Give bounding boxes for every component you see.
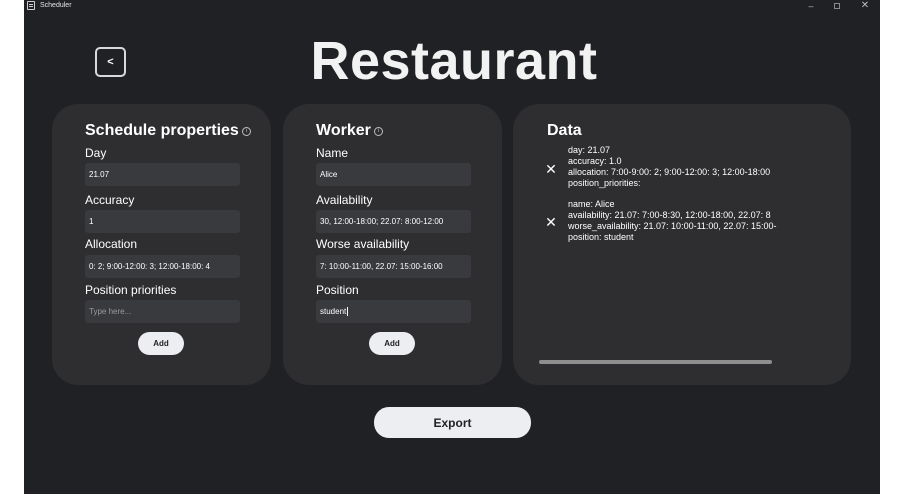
maximize-icon (834, 2, 840, 9)
worker-title-text: Worker (316, 122, 371, 139)
data-entry: day: 21.07 accuracy: 1.0 allocation: 7:0… (568, 145, 824, 189)
page-title: Restaurant (310, 31, 598, 91)
info-icon[interactable]: i (241, 126, 251, 136)
worse-availability-input[interactable]: 7: 10:00-11:00, 22.07: 15:00-16:00 (316, 255, 471, 278)
back-button[interactable]: < (95, 47, 126, 77)
title-bar: Scheduler – ✕ (24, 0, 880, 12)
worker-add-button[interactable]: Add (369, 332, 415, 355)
maximize-button[interactable] (824, 0, 850, 12)
accuracy-input[interactable]: 1 (85, 210, 240, 233)
data-entry-line: position_priorities: (568, 178, 641, 188)
data-entry-line: day: 21.07 (568, 145, 611, 155)
worker-title: Worker i (316, 122, 383, 140)
schedule-properties-title: Schedule properties i (85, 122, 251, 140)
availability-label: Availability (316, 193, 373, 207)
data-entry-line: accuracy: 1.0 (568, 156, 622, 166)
info-icon[interactable]: i (373, 126, 383, 136)
schedule-properties-title-text: Schedule properties (85, 122, 239, 139)
worker-card: Worker i Name Alice Availability 30, 12:… (283, 104, 502, 385)
position-label: Position (316, 283, 359, 297)
position-priorities-label: Position priorities (85, 283, 177, 297)
allocation-label: Allocation (85, 237, 138, 251)
text-caret (347, 307, 349, 317)
data-entry-line: availability: 21.07: 7:00-8:30, 12:00-18… (568, 210, 771, 220)
day-label: Day (85, 146, 107, 160)
data-card: Data ✕ day: 21.07 accuracy: 1.0 allocati… (513, 104, 851, 385)
data-title: Data (547, 122, 582, 139)
schedule-add-button[interactable]: Add (138, 332, 184, 355)
window-title: Scheduler (40, 2, 72, 9)
remove-entry-icon[interactable]: ✕ (544, 162, 558, 176)
availability-input[interactable]: 30, 12:00-18:00; 22.07: 8:00-12:00 (316, 210, 471, 233)
remove-entry-icon[interactable]: ✕ (544, 215, 558, 229)
position-input[interactable]: student (316, 300, 471, 323)
minimize-button[interactable]: – (798, 0, 824, 12)
export-button[interactable]: Export (374, 407, 531, 438)
data-entry-line: worse_availability: 21.07: 10:00-11:00, … (568, 221, 777, 231)
data-entry-line: position: student (568, 232, 634, 242)
name-label: Name (316, 146, 349, 160)
schedule-properties-card: Schedule properties i Day 21.07 Accuracy… (52, 104, 271, 385)
name-input[interactable]: Alice (316, 163, 471, 186)
worse-availability-label: Worse availability (316, 237, 410, 251)
accuracy-label: Accuracy (85, 193, 135, 207)
close-button[interactable]: ✕ (852, 0, 878, 12)
calendar-icon (27, 1, 35, 10)
allocation-input[interactable]: 0: 2; 9:00-12:00: 3; 12:00-18:00: 4 (85, 255, 240, 278)
data-entry: name: Alice availability: 21.07: 7:00-8:… (568, 199, 824, 243)
position-input-value: student (320, 307, 347, 316)
data-entry-line: allocation: 7:00-9:00: 2; 9:00-12:00: 3;… (568, 167, 771, 177)
data-entry-line: name: Alice (568, 199, 615, 209)
app-window: Scheduler – ✕ < Restaurant Schedule prop… (24, 0, 880, 494)
position-priorities-input[interactable]: Type here... (85, 300, 240, 323)
horizontal-scrollbar[interactable] (539, 360, 772, 364)
day-input[interactable]: 21.07 (85, 163, 240, 186)
